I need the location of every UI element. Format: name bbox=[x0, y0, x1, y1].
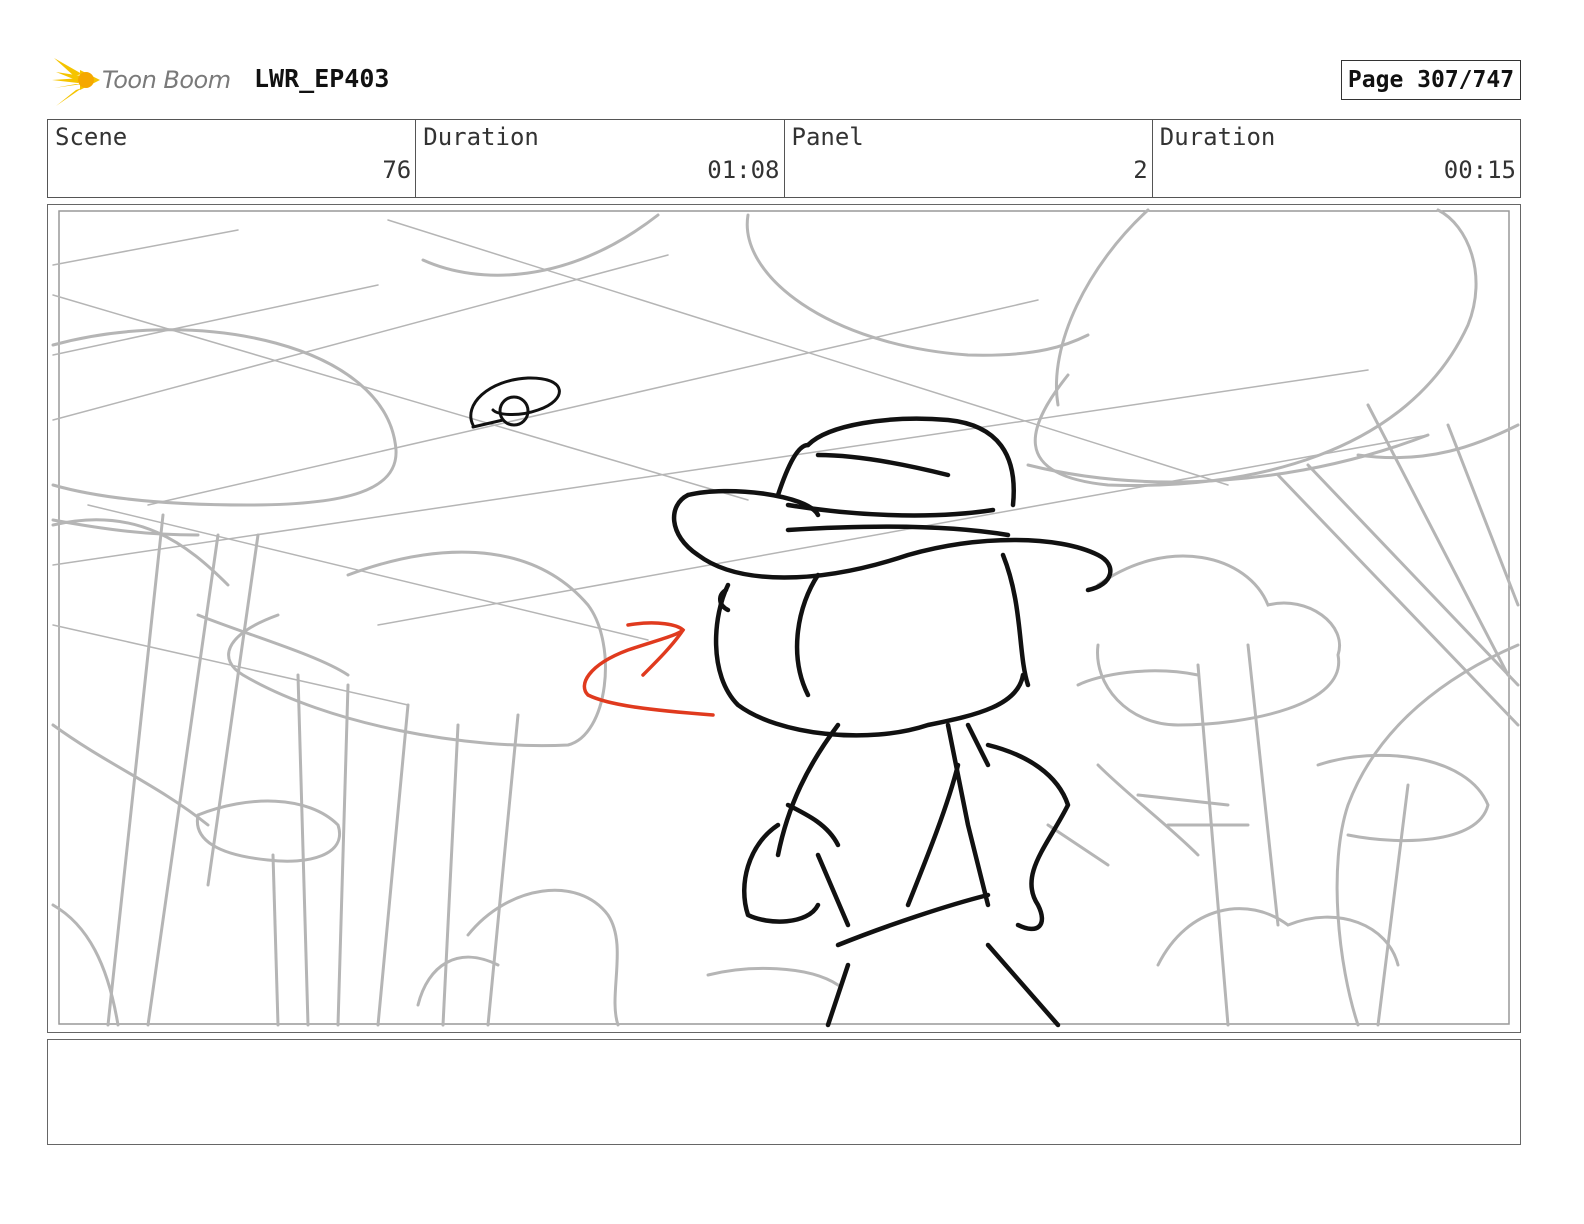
panel-notes bbox=[47, 1039, 1521, 1145]
panel-duration-label: Duration bbox=[1159, 123, 1276, 151]
toon-boom-logo: Toon Boom bbox=[52, 56, 242, 108]
starburst-icon bbox=[52, 58, 100, 106]
panel-label: Panel bbox=[791, 123, 864, 151]
panel-duration-cell: Duration 00:15 bbox=[1153, 120, 1520, 197]
safe-area-border bbox=[58, 210, 1510, 1025]
panel-cell: Panel 2 bbox=[785, 120, 1153, 197]
character-sketch bbox=[671, 416, 1113, 1028]
spiral-doodle bbox=[469, 376, 561, 429]
scene-duration-cell: Duration 01:08 bbox=[416, 120, 785, 197]
motion-arrow bbox=[582, 621, 715, 717]
scene-duration-value: 01:08 bbox=[707, 156, 780, 184]
background-sketch bbox=[51, 208, 1520, 1027]
panel-info-bar: Scene 76 Duration 01:08 Panel 2 Duration… bbox=[47, 119, 1521, 198]
scene-label: Scene bbox=[55, 123, 128, 151]
logo-text: Toon Boom bbox=[102, 66, 231, 94]
storyboard-sketch bbox=[51, 208, 1520, 1028]
scene-value: 76 bbox=[382, 156, 412, 184]
scene-duration-label: Duration bbox=[423, 123, 539, 151]
panel-value: 2 bbox=[1133, 156, 1148, 184]
project-title: LWR_EP403 bbox=[254, 64, 390, 93]
panel-duration-value: 00:15 bbox=[1443, 156, 1516, 184]
scene-cell: Scene 76 bbox=[48, 120, 417, 197]
page-counter: Page 307/747 bbox=[1341, 60, 1521, 100]
storyboard-panel-frame bbox=[47, 204, 1521, 1033]
